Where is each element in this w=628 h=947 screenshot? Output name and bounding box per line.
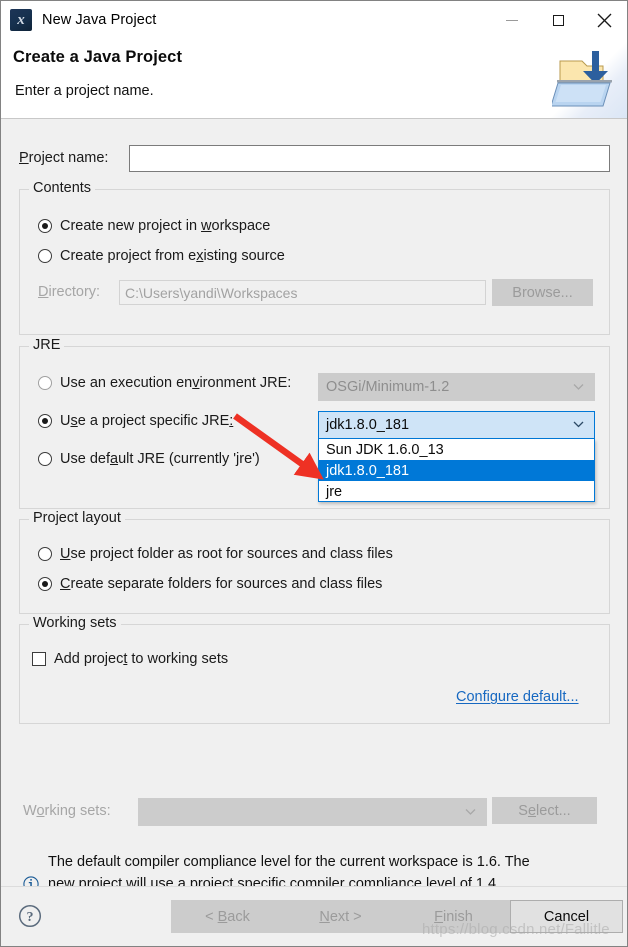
jre-option-2[interactable]: jre [319, 481, 594, 502]
radio-label-workspace: Create new project in workspace [60, 218, 271, 234]
working-sets-label: Working sets: [23, 803, 111, 819]
radio-indicator-execution-env [38, 376, 52, 390]
project-specific-jre-combo[interactable]: jdk1.8.0_181 [318, 411, 595, 439]
execution-environment-value: OSGi/Minimum-1.2 [326, 379, 450, 395]
checkbox-add-project-to-working-sets[interactable]: Add project to working sets [32, 651, 228, 667]
java-folder-banner-icon [545, 39, 627, 118]
browse-button[interactable]: Browse... [492, 279, 593, 306]
radio-indicator-separate [38, 577, 52, 591]
close-button[interactable] [581, 1, 627, 39]
java-project-icon-glyph: x [17, 12, 25, 28]
working-sets-group: Working sets Add project to working sets [19, 615, 610, 724]
title-bar: x New Java Project [1, 1, 627, 39]
checkbox-label-working-sets: Add project to working sets [54, 651, 229, 667]
radio-default-jre[interactable]: Use default JRE (currently 'jre') [38, 451, 260, 467]
project-specific-jre-value: jdk1.8.0_181 [326, 417, 410, 433]
radio-label-root: Use project folder as root for sources a… [60, 546, 393, 562]
radio-use-project-folder-as-root[interactable]: Use project folder as root for sources a… [38, 546, 393, 562]
dialog-body: Project name: Contents Create new projec… [1, 119, 627, 892]
maximize-icon [552, 14, 564, 26]
radio-indicator-root [38, 547, 52, 561]
radio-label-separate: Create separate folders for sources and … [60, 576, 383, 592]
wizard-header: Create a Java Project Enter a project na… [1, 39, 627, 119]
help-icon[interactable]: ? [18, 904, 42, 928]
jre-option-1[interactable]: jdk1.8.0_181 [319, 460, 594, 481]
project-name-row: Project name: [1, 145, 627, 173]
radio-label-project-specific: Use a project specific JRE: [60, 413, 234, 429]
execution-environment-combo[interactable]: OSGi/Minimum-1.2 [318, 373, 595, 401]
radio-label-execution-env: Use an execution environment JRE: [60, 375, 292, 391]
new-java-project-dialog: x New Java Project Create a Java Project… [0, 0, 628, 947]
select-label: Select... [518, 802, 571, 819]
radio-indicator-project-specific [38, 414, 52, 428]
radio-create-from-existing-source[interactable]: Create project from existing source [38, 248, 285, 264]
radio-create-separate-folders[interactable]: Create separate folders for sources and … [38, 576, 382, 592]
project-layout-legend: Project layout [29, 510, 125, 526]
working-sets-legend: Working sets [29, 615, 121, 631]
browse-label: Browse... [512, 284, 573, 301]
radio-label-existing: Create project from existing source [60, 248, 285, 264]
radio-execution-environment-jre[interactable]: Use an execution environment JRE: [38, 375, 291, 391]
jre-dropdown-list[interactable]: Sun JDK 1.6.0_13 jdk1.8.0_181 jre [318, 439, 595, 502]
radio-label-default: Use default JRE (currently 'jre') [60, 451, 260, 467]
directory-label: Directory: [38, 284, 101, 300]
minimize-button[interactable] [489, 1, 535, 39]
radio-create-new-in-workspace[interactable]: Create new project in workspace [38, 218, 270, 234]
project-name-input[interactable] [129, 145, 610, 172]
select-working-sets-button[interactable]: Select... [492, 797, 597, 824]
watermark: https://blog.csdn.net/Fallitle [422, 921, 610, 938]
radio-indicator-existing [38, 249, 52, 263]
jre-option-0[interactable]: Sun JDK 1.6.0_13 [319, 439, 594, 460]
next-button[interactable]: Next > [284, 900, 397, 933]
working-sets-combo[interactable] [138, 798, 487, 826]
radio-indicator-default [38, 452, 52, 466]
project-layout-group: Project layout Use project folder as roo… [19, 510, 610, 614]
radio-project-specific-jre[interactable]: Use a project specific JRE: [38, 413, 233, 429]
info-message-line1: The default compiler compliance level fo… [48, 854, 530, 870]
chevron-down-icon [465, 809, 476, 815]
chevron-down-icon [573, 384, 584, 390]
radio-indicator-workspace [38, 219, 52, 233]
next-label: Next > [319, 908, 362, 925]
project-name-label-rest: roject name: [28, 150, 109, 166]
window-title: New Java Project [42, 12, 157, 28]
checkbox-indicator-working-sets [32, 652, 46, 666]
svg-text:?: ? [27, 910, 34, 925]
contents-legend: Contents [29, 180, 96, 196]
jre-legend: JRE [29, 337, 65, 353]
page-title: Create a Java Project [13, 48, 183, 66]
java-project-icon: x [10, 9, 32, 31]
chevron-down-icon [573, 421, 584, 428]
back-button[interactable]: < Back [171, 900, 284, 933]
maximize-button[interactable] [535, 1, 581, 39]
project-name-label: Project name: [19, 150, 109, 166]
contents-group: Contents Create new project in workspace… [19, 180, 610, 335]
back-label: < Back [205, 908, 250, 925]
minimize-icon [506, 19, 518, 21]
page-description: Enter a project name. [15, 83, 154, 99]
close-icon [597, 13, 611, 27]
directory-input[interactable]: C:\Users\yandi\Workspaces [119, 280, 486, 305]
